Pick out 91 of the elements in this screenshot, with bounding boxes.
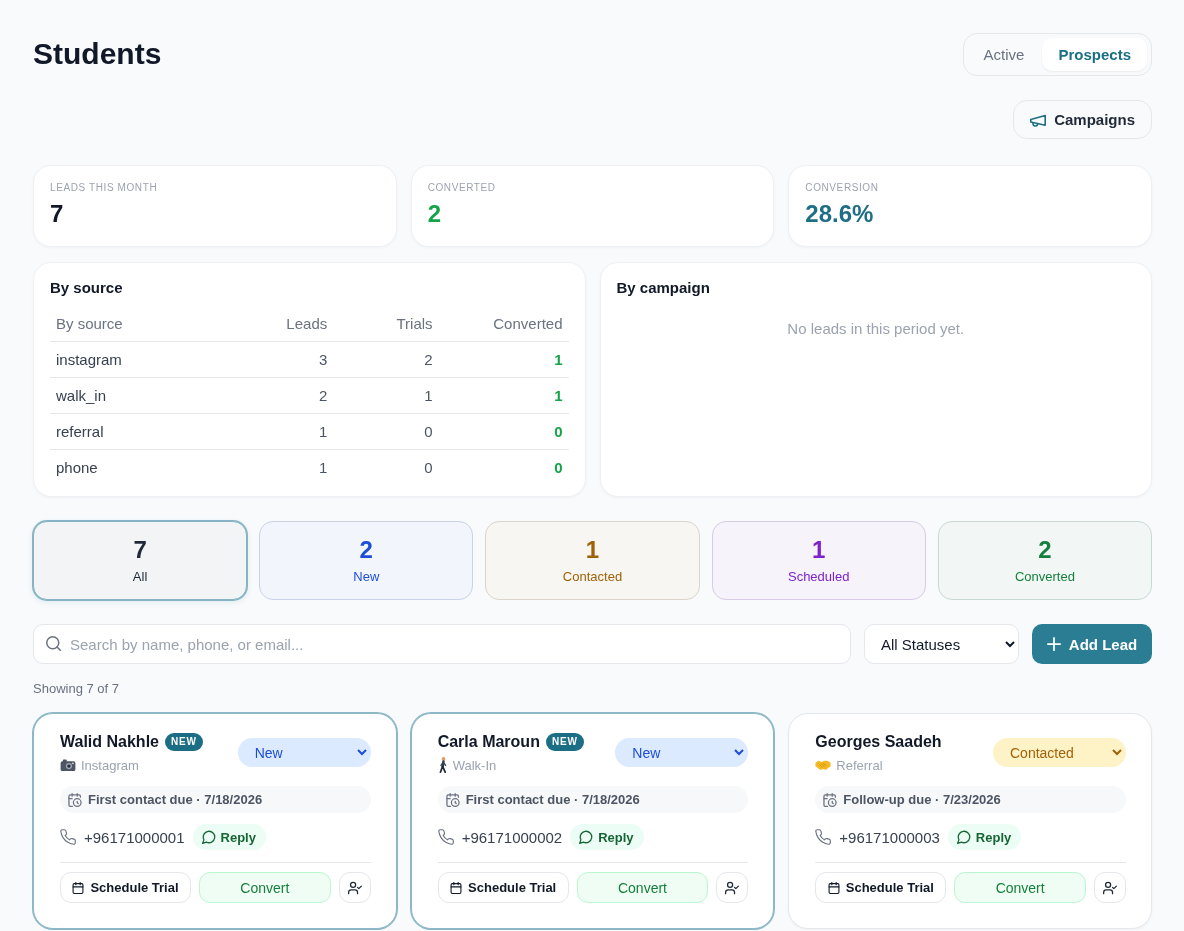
column-header: Trials <box>333 306 439 342</box>
calendar-clock-icon <box>445 792 460 807</box>
calendar-clock-icon <box>68 792 82 807</box>
walking-person-icon <box>437 757 448 773</box>
table-cell: phone <box>50 449 223 485</box>
status-select[interactable]: Contacted <box>993 738 1126 767</box>
table-cell: 0 <box>333 413 439 450</box>
schedule-trial-button[interactable]: Schedule Trial <box>815 872 947 903</box>
lead-name: Georges Saadeh <box>815 732 942 752</box>
table-cell: 1 <box>222 413 334 450</box>
stat-label: CONVERTED <box>427 181 496 195</box>
table-cell: 0 <box>438 449 569 485</box>
status-filter-tile[interactable]: 2 New <box>259 521 474 600</box>
user-check-icon <box>725 880 740 895</box>
table-cell: 1 <box>438 341 569 378</box>
campaigns-button[interactable]: Campaigns <box>1013 100 1152 139</box>
table-cell: referral <box>50 413 223 450</box>
reply-button[interactable]: Reply <box>570 824 644 850</box>
column-header: Converted <box>438 306 569 342</box>
stat-label: CONVERSION <box>805 181 879 195</box>
status-filter-tile[interactable]: 2 Converted <box>937 521 1152 600</box>
view-tab[interactable]: Prospects <box>1042 37 1147 71</box>
stat-value: 2 <box>427 200 441 228</box>
result-count: Showing 7 of 7 <box>33 682 119 696</box>
due-date-text: First contact due · 7/18/2026 <box>465 792 640 807</box>
reply-button[interactable]: Reply <box>192 824 266 850</box>
chat-bubble-icon <box>579 830 594 844</box>
panel-title: By source <box>50 278 123 298</box>
handshake-icon <box>815 759 832 771</box>
column-header: Leads <box>222 306 334 342</box>
phone-number: +96171000001 <box>84 828 185 846</box>
plus-icon <box>1046 637 1061 651</box>
table-cell: 3 <box>222 341 334 378</box>
phone-icon <box>60 829 76 845</box>
calendar-icon <box>72 881 85 894</box>
empty-state-message: No leads in this period yet. <box>787 320 965 337</box>
table-cell: 2 <box>333 341 439 378</box>
assign-user-button[interactable] <box>338 872 371 903</box>
stat-label: LEADS THIS MONTH <box>50 181 158 195</box>
status-select[interactable]: New <box>237 738 371 767</box>
chat-bubble-icon <box>201 830 216 844</box>
status-select[interactable]: New <box>615 738 749 767</box>
schedule-trial-button[interactable]: Schedule Trial <box>60 872 191 903</box>
table-cell: 0 <box>333 449 439 485</box>
page-title: Students <box>33 36 162 72</box>
new-lead-badge: NEW <box>165 733 203 751</box>
stat-value: 7 <box>50 200 64 228</box>
new-lead-badge: NEW <box>545 733 584 751</box>
status-filter-tile[interactable]: 7 All <box>33 521 248 600</box>
phone-number: +96171000003 <box>839 828 940 846</box>
source-label: Walk-In <box>452 757 497 773</box>
table-cell: walk_in <box>50 377 223 414</box>
calendar-icon <box>827 881 840 894</box>
phone-icon <box>815 829 832 845</box>
search-icon <box>46 636 61 651</box>
assign-user-button[interactable] <box>1094 872 1126 903</box>
status-filter-select[interactable]: All Statuses <box>864 624 1019 664</box>
phone-number: +96171000002 <box>461 828 563 846</box>
table-cell: 0 <box>438 413 569 450</box>
column-header: By source <box>50 306 223 342</box>
table-cell: instagram <box>50 341 223 378</box>
user-check-icon <box>1103 880 1117 895</box>
lead-name: Carla Maroun <box>437 732 540 752</box>
due-date-text: First contact due · 7/18/2026 <box>88 792 263 807</box>
calendar-icon <box>450 881 463 894</box>
user-check-icon <box>347 880 362 895</box>
table-cell: 2 <box>222 377 334 414</box>
search-field[interactable]: Search by name, phone, or email... <box>33 624 851 664</box>
source-label: Referral <box>836 757 883 773</box>
status-filter-tile[interactable]: 1 Scheduled <box>711 521 926 600</box>
schedule-trial-button[interactable]: Schedule Trial <box>437 872 569 903</box>
source-label: Instagram <box>81 757 139 773</box>
lead-name: Walid Nakhle <box>60 732 159 752</box>
camera-icon <box>60 759 76 771</box>
assign-user-button[interactable] <box>716 872 749 903</box>
chat-bubble-icon <box>956 830 971 844</box>
convert-button[interactable]: Convert <box>954 872 1086 903</box>
panel-title: By campaign <box>616 278 710 298</box>
convert-button[interactable]: Convert <box>576 872 709 903</box>
phone-icon <box>437 829 454 845</box>
view-tab[interactable]: Active <box>967 37 1041 71</box>
due-date-text: Follow-up due · 7/23/2026 <box>843 792 1001 807</box>
add-lead-button[interactable]: Add Lead <box>1032 624 1152 664</box>
status-filter-tile[interactable]: 1 Contacted <box>485 521 700 600</box>
table-cell: 1 <box>333 377 439 414</box>
reply-button[interactable]: Reply <box>947 824 1022 850</box>
calendar-clock-icon <box>823 792 838 807</box>
table-cell: 1 <box>222 449 334 485</box>
table-cell: 1 <box>438 377 569 414</box>
stat-value: 28.6% <box>805 200 874 228</box>
convert-button[interactable]: Convert <box>199 872 331 903</box>
